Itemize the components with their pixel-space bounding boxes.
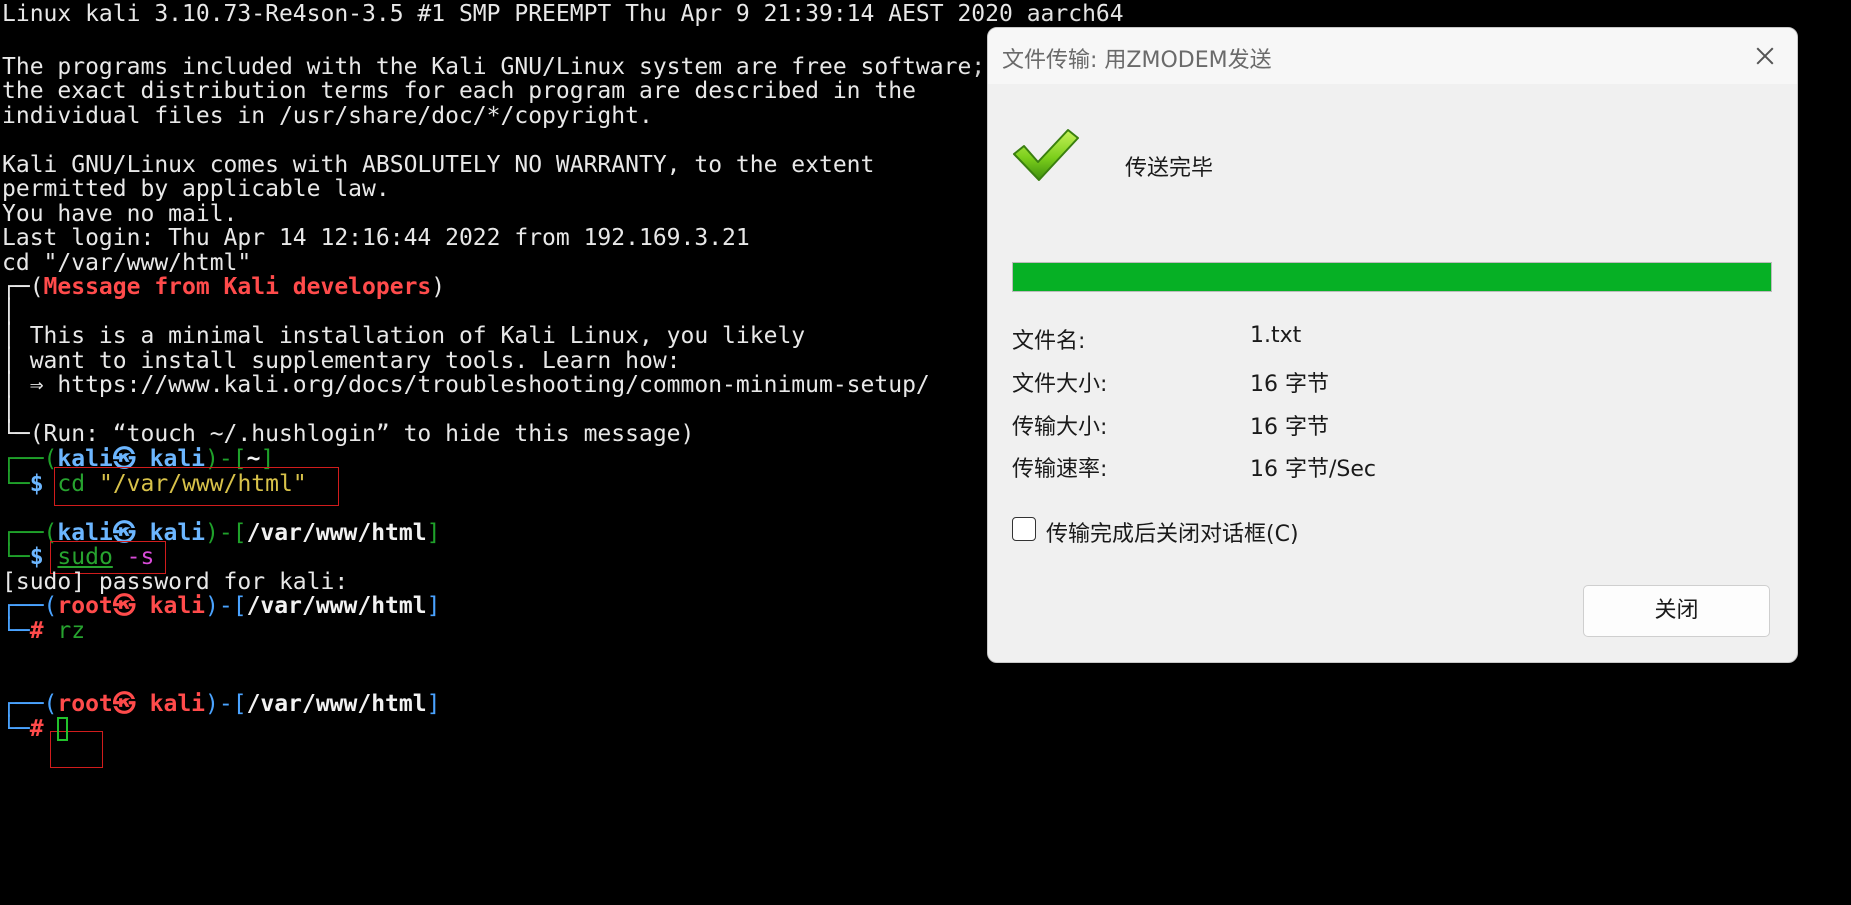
terminal-line-uname: Linux kali 3.10.73-Re4son-3.5 #1 SMP PRE… — [2, 1, 1124, 27]
kali-message-link-line: │ ⇒ https://www.kali.org/docs/troublesho… — [2, 372, 930, 398]
command-name: rz — [57, 618, 86, 644]
prompt-path: /var/www/html — [246, 520, 427, 546]
prompt-command-line: └─# — [2, 715, 69, 744]
transfer-rate-label: 传输速率: — [1012, 457, 1108, 482]
file-name-label: 文件名: — [1012, 329, 1086, 354]
prompt-at: ㉿ — [112, 593, 136, 619]
prompt-at: ㉿ — [112, 691, 136, 717]
prompt-symbol: # — [29, 716, 44, 742]
prompt-user: root — [57, 691, 113, 717]
file-name-value: 1.txt — [1250, 323, 1302, 348]
kali-message-header: ┌─(Message from Kali developers) — [2, 273, 445, 302]
auto-close-checkbox-label[interactable]: 传输完成后关闭对话框(C) — [1046, 516, 1299, 548]
transfer-status: 传送完毕 — [1125, 156, 1214, 181]
prompt-host: kali — [149, 691, 206, 717]
highlight-box — [54, 467, 339, 506]
prompt-host: kali — [149, 593, 206, 619]
prompt-symbol: # — [29, 618, 44, 644]
dialog-title: 文件传输: 用ZMODEM发送 — [1002, 48, 1272, 73]
progress-fill — [1013, 263, 1771, 291]
close-button[interactable]: 关闭 — [1583, 585, 1770, 637]
file-size-value: 16 字节 — [1250, 372, 1329, 397]
file-transfer-dialog: 文件传输: 用ZMODEM发送 传送完毕 文件名: 1.txt 文件大小: 16… — [987, 27, 1798, 663]
box-paren: ) — [431, 274, 446, 300]
terminal-line: individual files in /usr/share/doc/*/cop… — [2, 103, 653, 129]
transfer-rate-value: 16 字节/Sec — [1250, 457, 1376, 482]
prompt-symbol: $ — [29, 471, 44, 497]
terminal-cursor — [57, 717, 69, 741]
progress-bar — [1012, 262, 1772, 292]
transfer-size-label: 传输大小: — [1012, 415, 1108, 440]
checkmark-icon — [1013, 129, 1079, 181]
file-size-label: 文件大小: — [1012, 372, 1108, 397]
transfer-size-value: 16 字节 — [1250, 415, 1329, 440]
close-icon[interactable] — [1745, 36, 1785, 76]
prompt-path: /var/www/html — [246, 593, 427, 619]
dialog-titlebar[interactable]: 文件传输: 用ZMODEM发送 — [988, 28, 1797, 84]
prompt-path: /var/www/html — [246, 691, 427, 717]
prompt-command-line: └─# rz — [2, 618, 86, 644]
prompt-symbol: $ — [29, 544, 44, 570]
prompt-user: root — [57, 593, 113, 619]
kali-message-title: Message from Kali developers — [43, 274, 432, 300]
auto-close-checkbox[interactable] — [1012, 517, 1036, 541]
box-corner: ┌─( — [2, 274, 44, 300]
